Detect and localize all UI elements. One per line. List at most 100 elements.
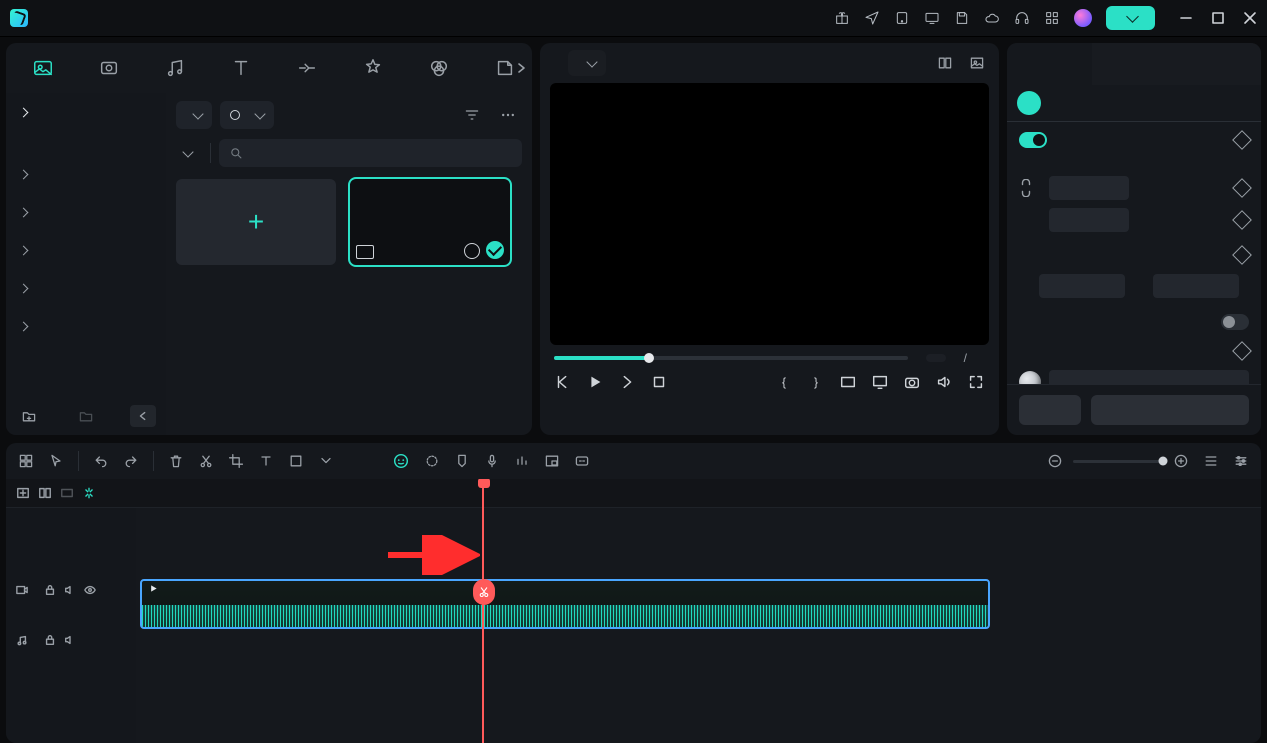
video-track-header[interactable] [6, 580, 136, 630]
track-list-icon[interactable] [1203, 453, 1219, 469]
sidebar-compound-clip[interactable] [6, 307, 166, 345]
save-icon[interactable] [954, 10, 970, 26]
scrub-knob-icon[interactable] [644, 353, 654, 363]
quality-dropdown[interactable] [568, 50, 606, 76]
keyframe-icon[interactable] [1232, 210, 1252, 230]
pip-icon[interactable] [544, 453, 560, 469]
link-icon[interactable] [1019, 179, 1033, 197]
headset-icon[interactable] [1014, 10, 1030, 26]
pos-y-input[interactable] [1153, 274, 1239, 298]
volume-icon[interactable] [935, 373, 953, 391]
keyframe-panel-button[interactable] [1091, 395, 1249, 425]
split-handle-icon[interactable] [473, 579, 495, 605]
subtab-basic[interactable] [1017, 91, 1041, 115]
minimize-button[interactable] [1179, 11, 1193, 25]
snapshot-icon[interactable] [903, 373, 921, 391]
add-track-icon[interactable] [16, 486, 30, 500]
lock-icon[interactable] [44, 584, 56, 596]
more-icon[interactable] [494, 101, 522, 129]
close-button[interactable] [1243, 11, 1257, 25]
sidebar-influence-kit[interactable] [6, 231, 166, 269]
video-clip[interactable] [140, 579, 990, 629]
cursor-icon[interactable] [48, 453, 64, 469]
color-icon[interactable] [424, 453, 440, 469]
tab-transitions[interactable] [276, 51, 338, 93]
gift-icon[interactable] [834, 10, 850, 26]
scale-x-input[interactable] [1049, 176, 1129, 200]
magnet-icon[interactable] [18, 453, 34, 469]
import-dropdown[interactable] [176, 101, 212, 129]
auto-ripple-icon[interactable] [60, 486, 74, 500]
new-bin-icon[interactable] [73, 405, 99, 427]
audio-track-header[interactable] [6, 630, 136, 674]
mark-out-icon[interactable]: } [807, 373, 825, 391]
new-folder-icon[interactable] [16, 405, 42, 427]
split-icon[interactable] [198, 453, 214, 469]
keyframe-icon[interactable] [1232, 341, 1252, 361]
caption-icon[interactable] [574, 453, 590, 469]
inspector-tab-audio[interactable] [1092, 43, 1177, 85]
zoom-out-icon[interactable] [1047, 453, 1063, 469]
audio-mix-icon[interactable] [514, 453, 530, 469]
display-icon[interactable] [924, 10, 940, 26]
playhead[interactable] [482, 479, 484, 743]
prev-frame-button[interactable] [554, 373, 572, 391]
tab-titles[interactable] [210, 51, 272, 93]
monitor-icon[interactable] [871, 373, 889, 391]
user-avatar[interactable] [1074, 9, 1092, 27]
import-media-tile[interactable]: + [176, 179, 336, 271]
media-clip-tile[interactable] [350, 179, 510, 271]
player-viewport[interactable] [550, 83, 989, 345]
sidebar-folder[interactable] [6, 131, 166, 155]
tab-media[interactable] [12, 51, 74, 93]
zoom-in-icon[interactable] [1173, 453, 1189, 469]
keyframe-icon[interactable] [1232, 178, 1252, 198]
subtab-ai-tools[interactable] [1073, 91, 1097, 115]
ai-icon[interactable] [392, 452, 410, 470]
filter-icon[interactable] [458, 101, 486, 129]
pos-x-input[interactable] [1039, 274, 1125, 298]
tab-effects[interactable] [342, 51, 404, 93]
transform-toggle[interactable] [1019, 132, 1047, 148]
tab-audio[interactable] [144, 51, 206, 93]
keyframe-icon[interactable] [1232, 130, 1252, 150]
tab-filters[interactable] [408, 51, 470, 93]
zoom-slider[interactable] [1073, 460, 1163, 463]
crop-icon[interactable] [228, 453, 244, 469]
layout-grid-icon[interactable] [937, 55, 953, 71]
rotate-input[interactable] [1049, 370, 1249, 384]
sidebar-project-media[interactable] [6, 93, 166, 131]
cloud-icon[interactable] [984, 10, 1000, 26]
lock-icon[interactable] [44, 634, 56, 646]
sidebar-global-media[interactable] [6, 155, 166, 193]
path-curve-toggle[interactable] [1221, 314, 1249, 330]
reset-button[interactable] [1019, 395, 1081, 425]
subtab-mask[interactable] [1045, 91, 1069, 115]
maximize-button[interactable] [1211, 11, 1225, 25]
frame-icon[interactable] [288, 453, 304, 469]
settings-icon[interactable] [1233, 453, 1249, 469]
delete-icon[interactable] [168, 453, 184, 469]
text-icon[interactable] [258, 453, 274, 469]
record-dropdown[interactable] [220, 101, 274, 129]
time-ruler[interactable] [136, 479, 1261, 508]
voiceover-icon[interactable] [484, 453, 500, 469]
next-frame-button[interactable] [618, 373, 636, 391]
playhead-cap-icon[interactable] [478, 479, 490, 488]
aspect-dropdown[interactable] [839, 373, 857, 391]
tabs-scroll-right-icon[interactable] [514, 61, 528, 75]
fullscreen-icon[interactable] [967, 373, 985, 391]
sidebar-adjustment-layer[interactable] [6, 269, 166, 307]
more-tools-icon[interactable] [318, 453, 334, 469]
search-field[interactable] [251, 145, 512, 161]
snap-icon[interactable] [82, 486, 96, 500]
mute-icon[interactable] [64, 634, 76, 646]
export-button[interactable] [1106, 6, 1155, 30]
scale-y-input[interactable] [1049, 208, 1129, 232]
device-icon[interactable] [894, 10, 910, 26]
collapse-sidebar-icon[interactable] [130, 405, 156, 427]
marker-icon[interactable] [454, 453, 470, 469]
send-icon[interactable] [864, 10, 880, 26]
redo-icon[interactable] [123, 453, 139, 469]
inspector-tab-video[interactable] [1007, 43, 1092, 85]
